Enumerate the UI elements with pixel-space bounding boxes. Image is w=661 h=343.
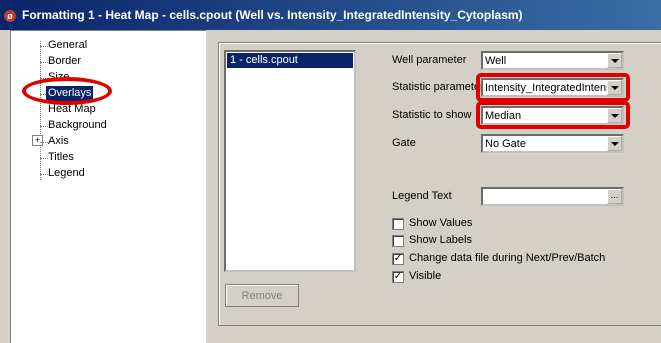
highlight-rect-statistic-parameter xyxy=(476,73,630,102)
change-data-file-checkbox[interactable]: ✓ xyxy=(392,253,404,265)
list-item[interactable]: 1 - cells.cpout xyxy=(227,53,353,68)
gate-select[interactable]: No Gate xyxy=(481,134,624,153)
show-labels-label[interactable]: Show Labels xyxy=(409,234,472,246)
category-tree[interactable]: General Border Size Overlays + Heat Map … xyxy=(10,30,206,343)
app-icon[interactable]: ø xyxy=(4,10,16,22)
show-values-label[interactable]: Show Values xyxy=(409,217,472,229)
statistic-parameter-label: Statistic parameter xyxy=(392,81,484,93)
visible-label[interactable]: Visible xyxy=(409,270,441,282)
gate-label: Gate xyxy=(392,137,416,149)
remove-button[interactable]: Remove xyxy=(225,284,299,307)
tree-item-border[interactable]: Border xyxy=(48,54,81,69)
highlight-oval xyxy=(22,77,112,105)
show-values-checkbox[interactable] xyxy=(392,218,404,230)
tree-item-titles[interactable]: Titles xyxy=(48,150,74,165)
legend-text-label: Legend Text xyxy=(392,190,452,202)
chevron-down-icon[interactable] xyxy=(607,136,622,151)
highlight-rect-statistic-to-show xyxy=(476,101,630,129)
expand-icon[interactable]: + xyxy=(32,135,43,146)
change-data-file-label[interactable]: Change data file during Next/Prev/Batch xyxy=(409,252,605,264)
visible-checkbox[interactable]: ✓ xyxy=(392,271,404,283)
well-parameter-select[interactable]: Well xyxy=(481,51,624,70)
browse-button[interactable]: ... xyxy=(607,189,622,204)
chevron-down-icon[interactable] xyxy=(607,53,622,68)
gate-value: No Gate xyxy=(485,138,526,150)
statistic-to-show-label: Statistic to show xyxy=(392,109,472,121)
window-title: Formatting 1 - Heat Map - cells.cpout (W… xyxy=(22,8,523,22)
legend-text-input[interactable]: ... xyxy=(481,187,624,206)
tree-item-axis[interactable]: Axis xyxy=(48,134,69,149)
tree-item-legend[interactable]: Legend xyxy=(48,166,85,181)
tree-item-background[interactable]: Background xyxy=(48,118,107,133)
title-bar: ø Formatting 1 - Heat Map - cells.cpout … xyxy=(0,0,661,30)
well-parameter-value: Well xyxy=(485,55,507,67)
well-parameter-label: Well parameter xyxy=(392,54,467,66)
overlay-list[interactable]: 1 - cells.cpout xyxy=(224,50,356,272)
tree-item-general[interactable]: General xyxy=(48,38,87,53)
show-labels-checkbox[interactable] xyxy=(392,235,404,247)
